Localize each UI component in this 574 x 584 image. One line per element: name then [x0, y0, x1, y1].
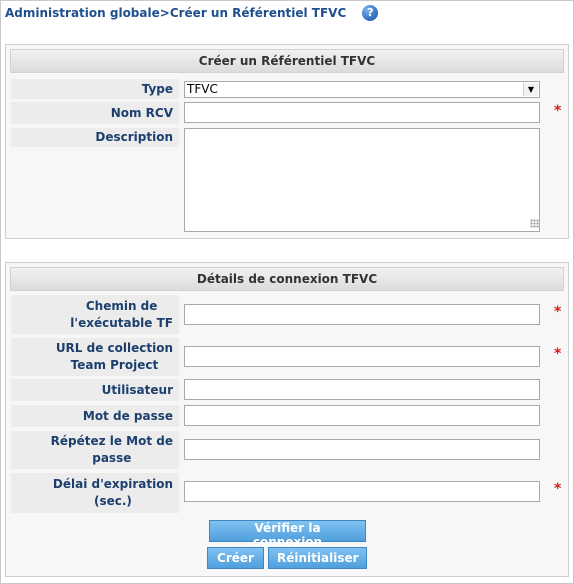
type-label: Type — [11, 79, 179, 99]
collection-url-input[interactable] — [184, 346, 540, 367]
reset-button[interactable]: Réinitialiser — [268, 547, 367, 569]
create-repository-header: Créer un Référentiel TFVC — [10, 49, 564, 73]
password-row: Mot de passe — [11, 405, 565, 427]
tf-path-row: Chemin de l'exécutable TF * — [11, 295, 565, 334]
user-row: Utilisateur — [11, 379, 565, 401]
verify-connection-button[interactable]: Vérifier la connexion — [209, 520, 366, 549]
resize-grip-icon[interactable] — [530, 219, 539, 228]
breadcrumb-parent-link[interactable]: Administration globale — [5, 6, 160, 20]
rcv-name-input[interactable] — [184, 102, 540, 123]
description-textarea[interactable] — [184, 128, 540, 232]
create-repository-panel: Créer un Référentiel TFVC Type TFVC ▼ No… — [5, 44, 569, 239]
tf-path-label: Chemin de l'exécutable TF — [11, 295, 179, 334]
required-mark: * — [554, 346, 562, 362]
type-select[interactable]: TFVC ▼ — [184, 81, 540, 98]
breadcrumb-separator: > — [159, 6, 170, 20]
collection-url-row: URL de collection Team Project * — [11, 338, 565, 376]
required-mark: * — [554, 304, 562, 320]
user-label: Utilisateur — [11, 379, 179, 401]
breadcrumb-current: Créer un Référentiel TFVC — [169, 6, 347, 20]
required-mark: * — [554, 481, 562, 497]
password-repeat-row: Répétez le Mot de passe — [11, 431, 565, 469]
type-row: Type TFVC ▼ — [11, 79, 565, 99]
description-row: Description — [11, 128, 565, 232]
connection-details-header: Détails de connexion TFVC — [10, 267, 564, 291]
rcv-name-row: Nom RCV * — [11, 102, 565, 124]
timeout-input[interactable] — [184, 481, 540, 502]
password-repeat-input[interactable] — [184, 439, 540, 460]
required-mark: * — [554, 103, 562, 119]
collection-url-label: URL de collection Team Project — [11, 338, 179, 376]
breadcrumb: Administration globale > Créer un Référe… — [5, 4, 379, 22]
type-select-value: TFVC — [187, 82, 218, 96]
tf-path-input[interactable] — [184, 304, 540, 325]
timeout-row: Délai d'expiration (sec.) * — [11, 473, 565, 513]
user-input[interactable] — [184, 379, 540, 400]
password-repeat-label: Répétez le Mot de passe — [11, 431, 179, 469]
rcv-name-label: Nom RCV — [11, 102, 179, 124]
chevron-down-icon[interactable]: ▼ — [523, 83, 538, 96]
timeout-label: Délai d'expiration (sec.) — [11, 473, 179, 513]
help-icon[interactable]: ? — [362, 5, 379, 21]
password-input[interactable] — [184, 405, 540, 426]
description-label: Description — [11, 128, 179, 147]
create-button[interactable]: Créer — [207, 547, 264, 569]
password-label: Mot de passe — [11, 405, 179, 427]
